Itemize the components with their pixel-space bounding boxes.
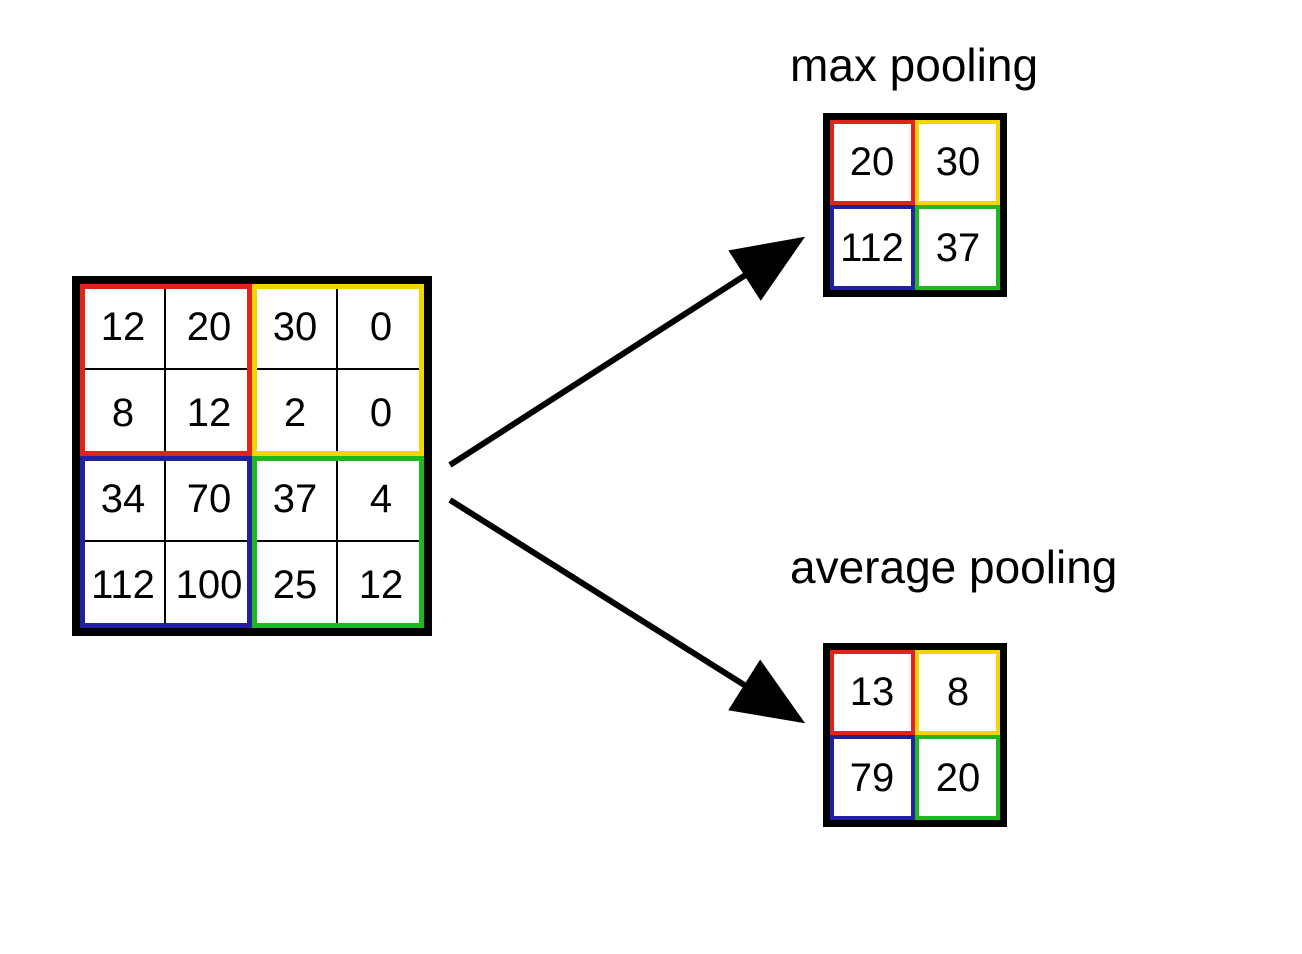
max-region-yellow [915,120,1000,205]
average-pooling-label: average pooling [790,540,1117,594]
in-region-green [252,456,424,628]
avg-region-red [830,650,915,735]
input-grid: 12 20 30 0 8 12 2 0 34 70 37 4 112 100 2… [80,284,424,628]
avg-region-green [915,735,1000,820]
avg-grid: 13 8 79 20 [830,650,1000,820]
in-region-blue [80,456,252,628]
in-region-yellow [252,284,424,456]
max-pooling-label: max pooling [790,38,1038,92]
avg-region-yellow [915,650,1000,735]
max-region-green [915,205,1000,290]
max-grid: 20 30 112 37 [830,120,1000,290]
avg-region-blue [830,735,915,820]
in-region-red [80,284,252,456]
max-region-blue [830,205,915,290]
max-region-red [830,120,915,205]
